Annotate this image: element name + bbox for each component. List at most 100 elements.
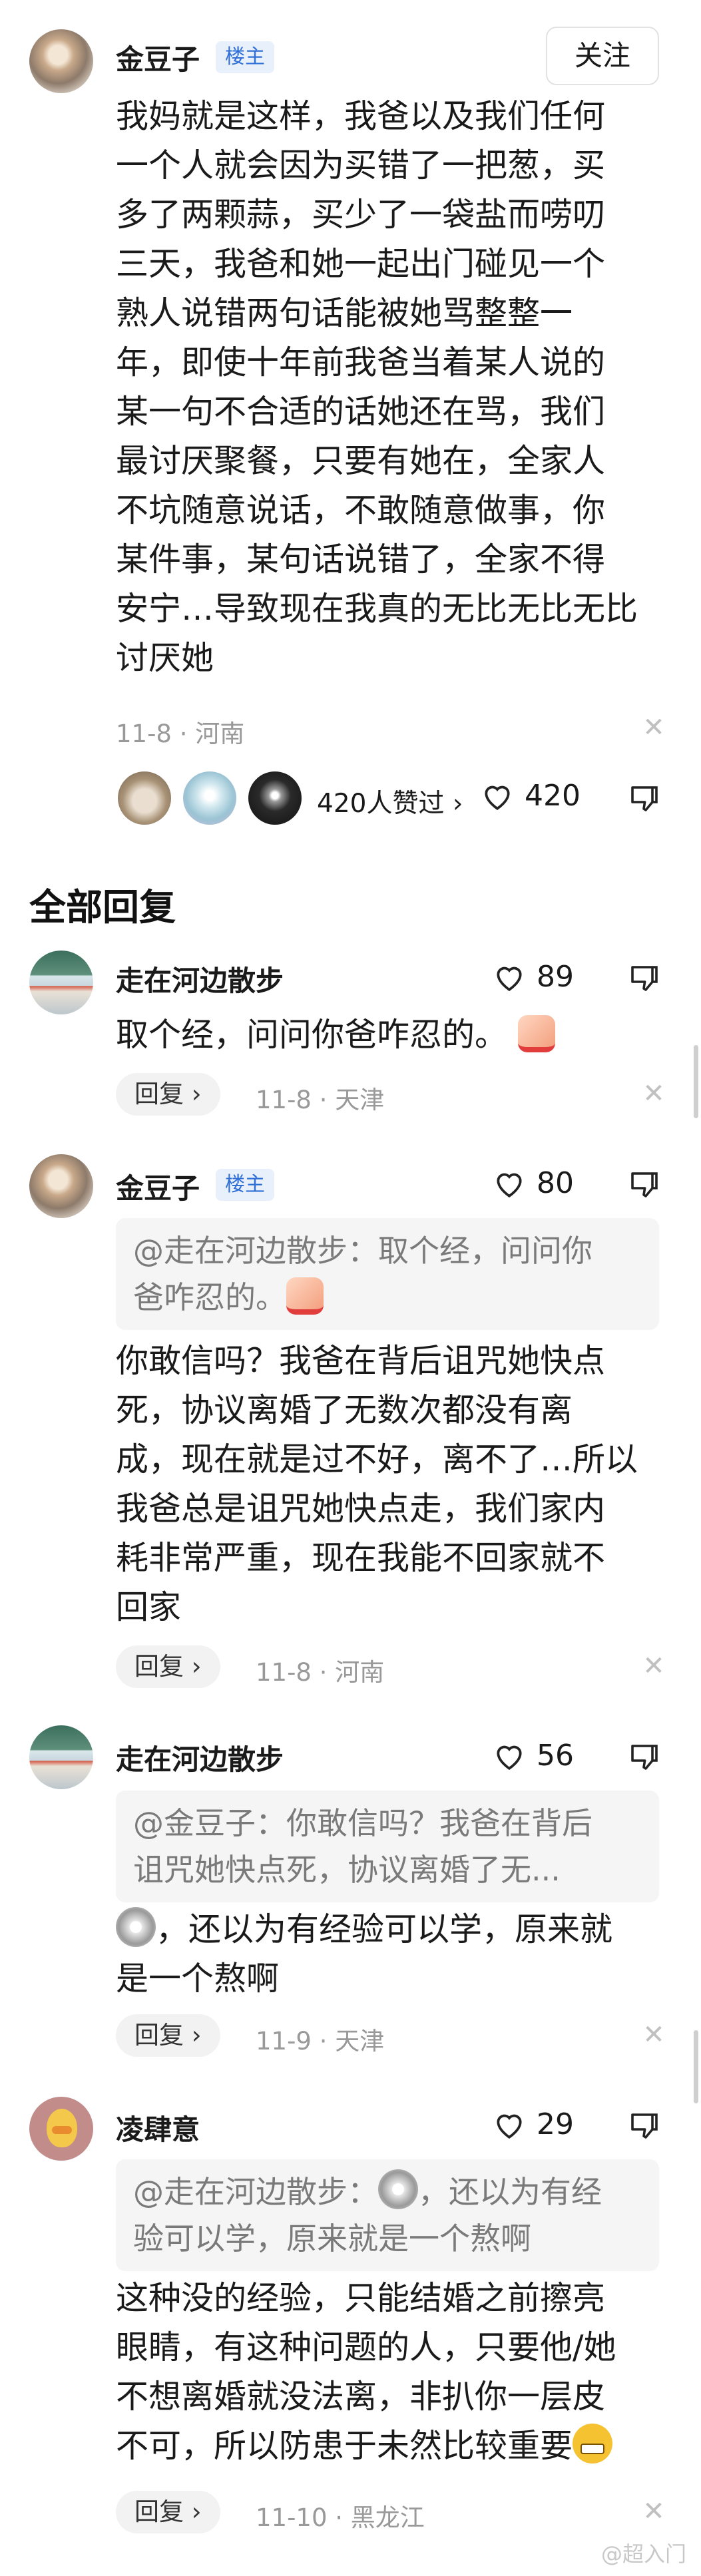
heart-icon (497, 1745, 522, 1770)
heart-icon (497, 1173, 522, 1197)
content-line: 取个经，问问你爸咋忍的。 (116, 1016, 508, 1054)
quoted-reply[interactable]: @金豆子：你敢信吗？我爸在背后 诅咒她快点死，协议离婚了无... (116, 1791, 659, 1902)
shocked-face-icon (116, 1907, 156, 1947)
author-name[interactable]: 走在河边散步 (116, 1737, 284, 1778)
dislike-icon[interactable] (628, 783, 660, 813)
grinning-face-icon (573, 2424, 613, 2464)
op-badge: 楼主 (216, 1169, 274, 1201)
reply-meta: 11-8 · 天津 (256, 1086, 385, 1114)
heart-icon (497, 2114, 522, 2139)
content-line: 讨厌她 (116, 639, 214, 677)
quote-line: ，还以为有经 (418, 2174, 602, 2210)
reply-meta: 11-9 · 天津 (256, 2027, 385, 2055)
like-button[interactable]: 89 (493, 960, 574, 994)
liker-avatar[interactable] (181, 769, 238, 827)
author-avatar[interactable] (29, 1725, 93, 1789)
reply-meta: 11-8 · 河南 (256, 1658, 385, 1687)
quote-line: 验可以学，原来就是一个熬啊 (133, 2221, 531, 2256)
content-line: 多了两颗蒜，买少了一袋盐而唠叨 (116, 196, 606, 234)
content-line: 年，即使十年前我爸当着某人说的 (116, 343, 606, 381)
content-line: 成，现在就是过不好，离不了…所以 (116, 1440, 638, 1478)
close-icon[interactable]: ✕ (640, 1078, 667, 1109)
dislike-icon[interactable] (628, 1169, 660, 1199)
author-avatar[interactable] (29, 29, 93, 93)
author-name[interactable]: 金豆子 (116, 1166, 200, 1207)
post-meta: 11-8 · 河南 (116, 720, 245, 748)
reply-content: 取个经，问问你爸咋忍的。 (116, 1010, 555, 1060)
post-content: 我妈就是这样，我爸以及我们任何 一个人就会因为买错了一把葱，买 多了两颗蒜，买少… (116, 92, 638, 683)
author-name[interactable]: 金豆子 (116, 37, 200, 78)
quoted-reply[interactable]: @走在河边散步： ，还以为有经 验可以学，原来就是一个熬啊 (116, 2159, 659, 2271)
like-button[interactable]: 80 (493, 1166, 574, 1200)
dislike-icon[interactable] (628, 1741, 660, 1772)
chevron-right-icon: › (184, 2021, 202, 2049)
like-count: 89 (537, 960, 574, 994)
quote-line: @金豆子：你敢信吗？我爸在背后 (133, 1805, 592, 1841)
like-button[interactable]: 56 (493, 1739, 574, 1773)
author-avatar[interactable] (29, 2097, 93, 2161)
content-line: 某一句不合适的话她还在骂，我们 (116, 393, 606, 431)
content-line: 死，协议离婚了无数次都没有离 (116, 1391, 573, 1429)
content-line: 安宁…导致现在我真的无比无比无比 (116, 590, 638, 628)
reply-label: 回复 (134, 2497, 184, 2526)
dislike-icon[interactable] (628, 963, 660, 993)
reply-label: 回复 (134, 2021, 184, 2049)
content-line: 回家 (116, 1588, 182, 1626)
quote-line: 爸咋忍的。 (133, 1279, 286, 1315)
chevron-right-icon: › (184, 1080, 202, 1108)
quote-line: @走在河边散步：取个经，问问你 (133, 1233, 592, 1269)
content-line: 不坑随意说话，不敢随意做事，你 (116, 491, 606, 529)
reply-button[interactable]: 回复 › (116, 1073, 220, 1116)
content-line: 我妈就是这样，我爸以及我们任何 (116, 97, 606, 135)
op-badge: 楼主 (216, 41, 274, 73)
dislike-icon[interactable] (628, 2110, 660, 2141)
content-line: 某件事，某句话说错了，全家不得 (116, 540, 606, 578)
quote-line: 诅咒她快点死，协议离婚了无... (133, 1852, 561, 1888)
quote-prefix: @走在河边散步： (133, 2174, 378, 2210)
like-count: 56 (537, 1739, 574, 1773)
content-line: 不想离婚就没法离，非扒你一层皮 (116, 2378, 606, 2416)
like-button[interactable]: 420 (481, 779, 581, 813)
section-title: 全部回复 (29, 886, 176, 929)
watermark: @超入门 (600, 2541, 686, 2567)
reply-content: 你敢信吗？我爸在背后诅咒她快点 死，协议离婚了无数次都没有离 成，现在就是过不好… (116, 1337, 638, 1632)
thumbs-up-icon (517, 1015, 555, 1052)
heart-icon (497, 966, 522, 991)
liker-avatar[interactable] (116, 769, 173, 827)
author-name[interactable]: 走在河边散步 (116, 959, 284, 999)
reply-label: 回复 (134, 1652, 184, 1681)
content-line: 耗非常严重，现在我能不回家就不 (116, 1539, 606, 1577)
shocked-face-icon (378, 2169, 418, 2209)
reply-meta: 11-10 · 黑龙江 (256, 2503, 425, 2532)
content-line: 一个人就会因为买错了一把葱，买 (116, 146, 606, 184)
content-line: 三天，我爸和她一起出门碰见一个 (116, 245, 606, 283)
content-line: ，还以为有经验可以学，原来就 (156, 1910, 613, 1948)
liker-avatar[interactable] (246, 769, 304, 827)
like-count: 29 (537, 2107, 574, 2141)
close-icon[interactable]: ✕ (640, 2020, 667, 2050)
close-icon[interactable]: ✕ (640, 2496, 667, 2527)
author-avatar[interactable] (29, 951, 93, 1014)
reply-button[interactable]: 回复 › (116, 1645, 220, 1688)
reply-label: 回复 (134, 1080, 184, 1108)
liked-by-text: 420人赞过 (317, 789, 445, 819)
follow-button[interactable]: 关注 (546, 27, 659, 85)
close-icon[interactable]: ✕ (640, 1651, 667, 1681)
heart-icon (485, 785, 510, 810)
close-icon[interactable]: ✕ (640, 712, 667, 743)
author-name[interactable]: 凌肆意 (116, 2107, 200, 2148)
chevron-right-icon: › (184, 1652, 202, 1681)
content-line: 是一个熬啊 (116, 1960, 280, 1998)
like-button[interactable]: 29 (493, 2107, 574, 2141)
content-line: 最讨厌聚餐，只要有她在，全家人 (116, 442, 606, 480)
quoted-reply[interactable]: @走在河边散步：取个经，问问你 爸咋忍的。 (116, 1218, 659, 1330)
content-line: 熟人说错两句话能被她骂整整一 (116, 294, 573, 332)
scrollbar-thumb[interactable] (694, 1045, 698, 1118)
liked-by-link[interactable]: 420人赞过 › (317, 783, 463, 820)
reply-button[interactable]: 回复 › (116, 2491, 220, 2533)
author-avatar[interactable] (29, 1154, 93, 1218)
chevron-right-icon: › (444, 789, 463, 819)
scrollbar-thumb[interactable] (694, 2030, 698, 2103)
content-line: 你敢信吗？我爸在背后诅咒她快点 (116, 1342, 606, 1380)
reply-button[interactable]: 回复 › (116, 2014, 220, 2057)
